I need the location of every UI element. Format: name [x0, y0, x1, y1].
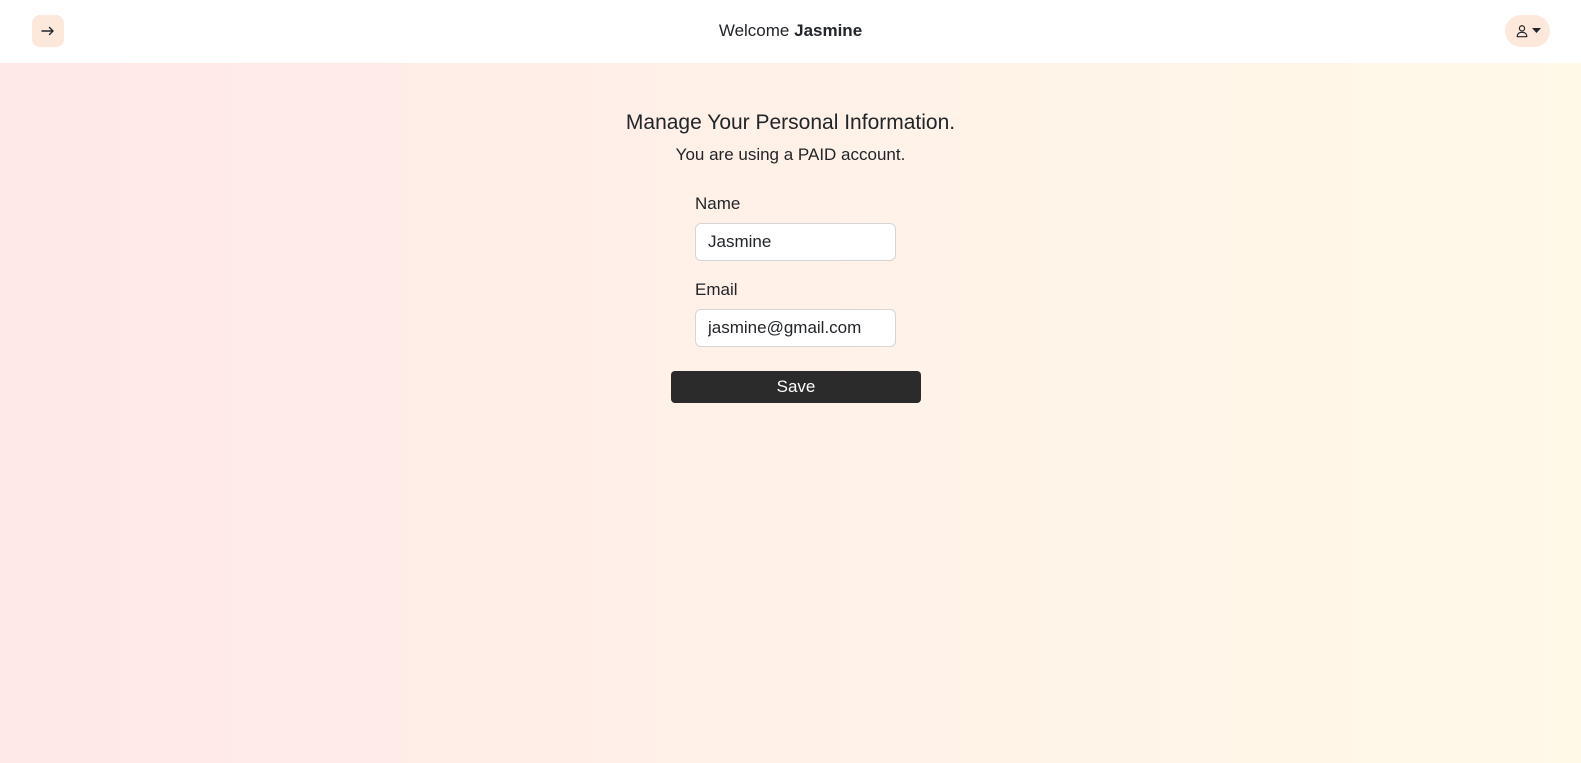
user-menu-button[interactable]	[1505, 15, 1550, 47]
email-label: Email	[695, 280, 738, 299]
name-input[interactable]	[695, 223, 896, 261]
email-input[interactable]	[695, 309, 896, 347]
person-icon	[1516, 25, 1527, 38]
caret-down-icon	[1531, 28, 1541, 33]
page-title: Manage Your Personal Information.	[625, 111, 956, 134]
welcome-prefix: Welcome	[718, 21, 790, 40]
top-bar: Welcome Jasmine	[0, 0, 1581, 63]
save-button[interactable]: Save	[671, 371, 921, 403]
welcome-text: Welcome Jasmine	[0, 20, 1581, 42]
account-type-text: You are using a PAID account.	[675, 145, 906, 164]
welcome-user-name: Jasmine	[794, 21, 863, 40]
name-label: Name	[695, 194, 741, 213]
main-content: Manage Your Personal Information. You ar…	[0, 63, 1581, 763]
